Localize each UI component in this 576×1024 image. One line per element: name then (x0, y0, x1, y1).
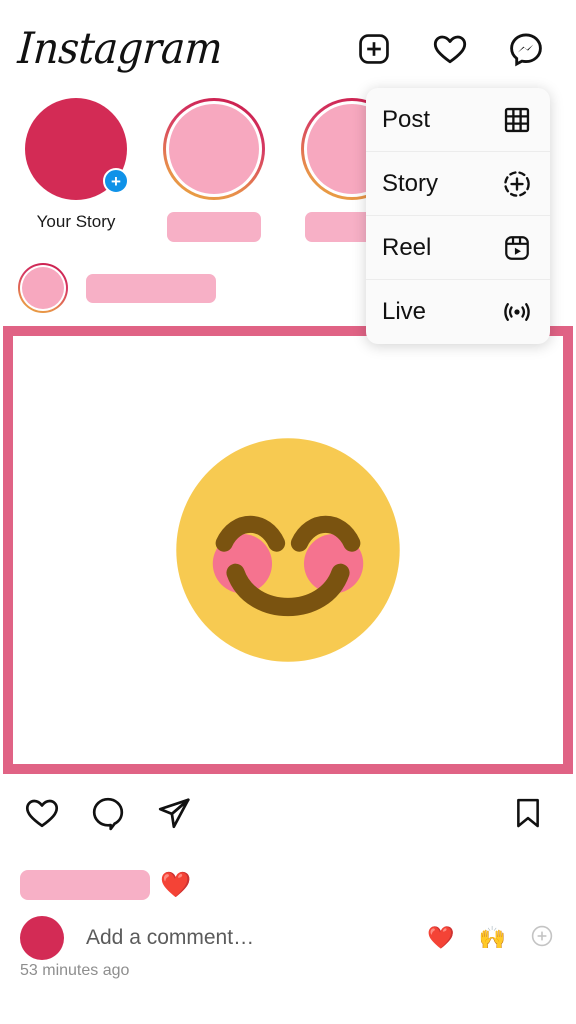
share-icon[interactable] (152, 791, 196, 835)
menu-item-label: Reel (382, 233, 432, 261)
caption-heart-emoji: ❤️ (160, 870, 192, 899)
post-action-bar (0, 782, 576, 844)
save-icon[interactable] (506, 791, 550, 835)
current-user-avatar (20, 916, 64, 960)
your-story-label: Your Story (36, 212, 116, 231)
story-item[interactable] (156, 98, 272, 242)
menu-item-reel[interactable]: Reel (366, 216, 550, 280)
post-author-avatar[interactable] (18, 263, 68, 313)
post-action-right-group (506, 791, 550, 835)
post-timestamp: 53 minutes ago (20, 962, 130, 979)
menu-item-post[interactable]: Post (366, 88, 550, 152)
comment-icon[interactable] (86, 791, 130, 835)
post-avatar-fill (22, 267, 64, 309)
menu-item-label: Live (382, 298, 427, 325)
caption-text-placeholder (20, 870, 150, 900)
post-action-left-group (20, 791, 196, 835)
comment-input[interactable]: Add a comment… (86, 926, 254, 950)
comment-quick-actions: ❤️ 🙌 (427, 924, 554, 953)
story-your-story[interactable]: + Your Story (18, 98, 134, 232)
quick-heart-emoji[interactable]: ❤️ (427, 927, 454, 949)
menu-item-label: Post (382, 105, 431, 133)
post-image[interactable] (3, 326, 573, 774)
activity-heart-icon[interactable] (430, 29, 470, 69)
your-story-avatar-wrap[interactable]: + (25, 98, 129, 200)
post-caption: ❤️ (20, 870, 191, 900)
more-emoji-plus-icon[interactable] (530, 924, 554, 953)
menu-item-story[interactable]: Story (366, 152, 550, 216)
instagram-app-screen: Instagram + Your Story ❤️ Add a comment…… (0, 0, 576, 1024)
post-username-placeholder[interactable] (86, 273, 216, 303)
story-username-placeholder (167, 212, 261, 242)
menu-item-label: Story (382, 169, 439, 197)
live-broadcast-icon (500, 295, 534, 329)
menu-item-live[interactable]: Live (366, 280, 550, 344)
post-avatar-ring-inner (20, 265, 66, 311)
grid-icon (500, 103, 534, 137)
smiling-face-with-blush-emoji (176, 438, 400, 662)
instagram-logo: Instagram (16, 24, 224, 74)
app-header: Instagram (0, 0, 576, 98)
messenger-icon[interactable] (506, 29, 546, 69)
story-ring[interactable] (163, 98, 265, 200)
story-avatar (169, 104, 259, 194)
header-icon-group (354, 29, 546, 69)
story-plus-icon (500, 167, 534, 201)
new-post-icon[interactable] (354, 29, 394, 69)
story-ring-inner (166, 101, 262, 197)
add-comment-row[interactable]: Add a comment… ❤️ 🙌 (0, 914, 576, 962)
create-dropdown-menu[interactable]: Post Story Reel Live (366, 88, 550, 344)
quick-raising-hands-emoji[interactable]: 🙌 (479, 927, 506, 949)
add-story-plus-icon[interactable]: + (103, 168, 129, 194)
like-icon[interactable] (20, 791, 64, 835)
reel-icon (500, 231, 534, 265)
